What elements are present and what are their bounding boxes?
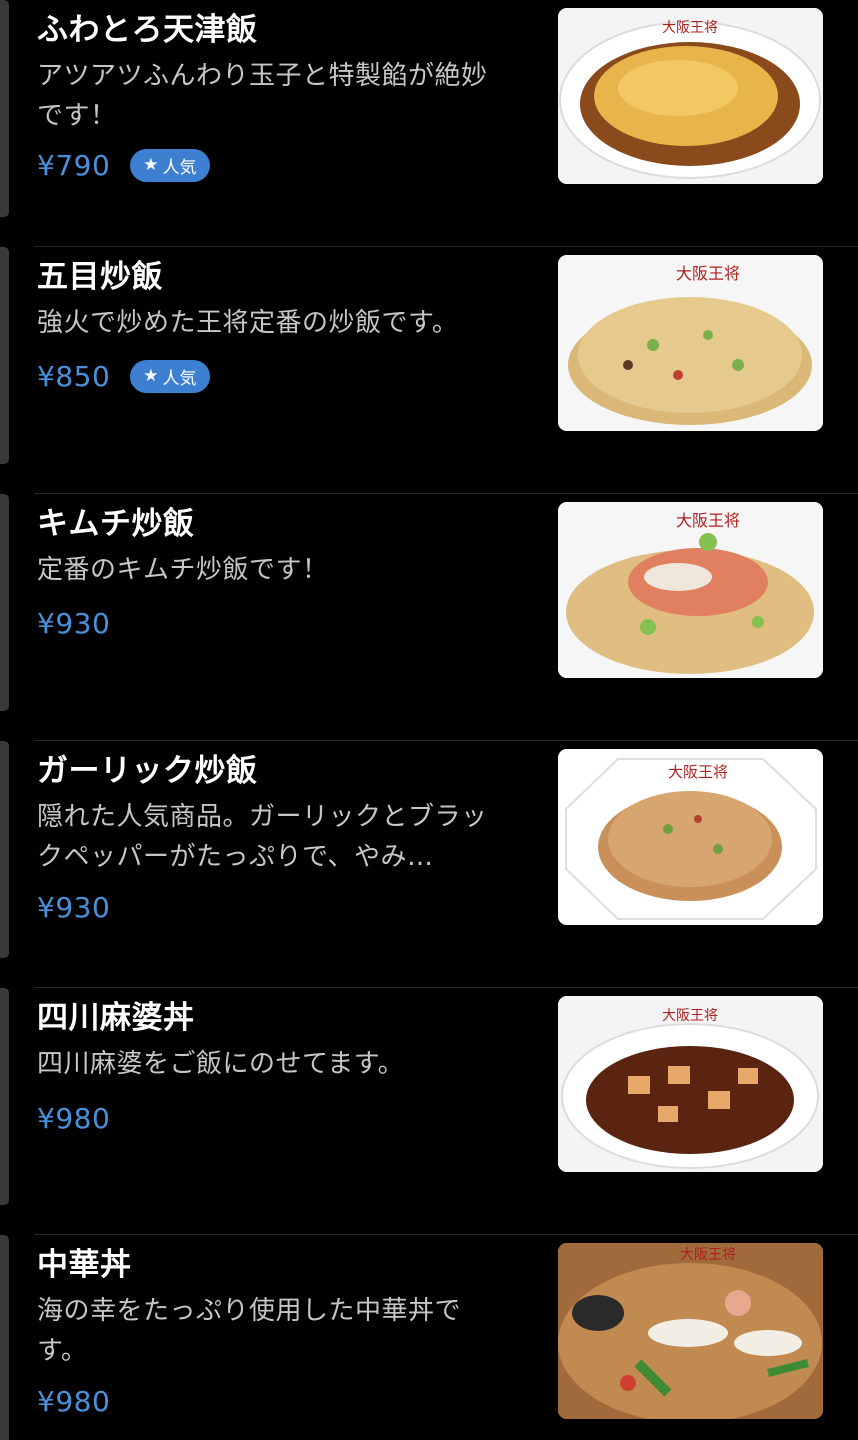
price-row: ¥980 xyxy=(37,1381,110,1421)
menu-item-garlic-chahan[interactable]: ガーリック炒飯 隠れた人気商品。ガーリックとブラックペッパーがたっぷりで、やみ…… xyxy=(0,741,858,988)
svg-text:大阪王将: 大阪王将 xyxy=(662,20,718,36)
price-row: ¥850 ★ 人気 xyxy=(37,356,210,396)
mabo-don-image: 大阪王将 xyxy=(558,996,823,1172)
item-description: アツアツふんわり玉子と特製餡が絶妙です！ xyxy=(37,61,488,131)
item-description: 四川麻婆をご飯にのせてます。 xyxy=(37,1049,405,1079)
item-price: ¥930 xyxy=(37,890,111,924)
edge-tab xyxy=(0,988,9,1205)
edge-tab xyxy=(0,1235,9,1440)
item-description: 海の幸をたっぷり使用した中華丼です。 xyxy=(37,1296,462,1366)
item-price: ¥930 xyxy=(37,606,111,640)
item-image[interactable]: 大阪王将 xyxy=(558,749,823,925)
item-image[interactable]: 大阪王将 xyxy=(558,502,823,678)
badge-label: 人気 xyxy=(162,368,197,389)
price-row: ¥790 ★ 人気 xyxy=(37,145,210,185)
price-row: ¥930 xyxy=(37,603,110,643)
popular-badge: ★ 人気 xyxy=(130,359,210,393)
edge-tab xyxy=(0,247,9,464)
menu-item-kimchi-chahan[interactable]: キムチ炒飯 定番のキムチ炒飯です！ ¥930 大阪王将 xyxy=(0,494,858,741)
item-name: ふわとろ天津飯 xyxy=(37,12,258,48)
edge-tab xyxy=(0,741,9,958)
item-name: ガーリック炒飯 xyxy=(37,753,258,789)
menu-item-chuka-don[interactable]: 中華丼 海の幸をたっぷり使用した中華丼です。 ¥980 大阪王将 xyxy=(0,1235,858,1440)
item-price: ¥980 xyxy=(37,1101,111,1135)
svg-text:大阪王将: 大阪王将 xyxy=(680,1247,736,1263)
item-image[interactable]: 大阪王将 xyxy=(558,996,823,1172)
badge-label: 人気 xyxy=(162,157,197,178)
item-description: 隠れた人気商品。ガーリックとブラックペッパーがたっぷりで、やみ… xyxy=(37,802,488,872)
svg-text:大阪王将: 大阪王将 xyxy=(668,763,728,781)
edge-tab xyxy=(0,494,9,711)
star-icon: ★ xyxy=(143,365,159,386)
tenshindon-image: 大阪王将 xyxy=(558,8,823,184)
item-name: 中華丼 xyxy=(37,1247,132,1283)
popular-badge: ★ 人気 xyxy=(130,148,210,182)
kimchi-rice-image: 大阪王将 xyxy=(558,502,823,678)
item-price: ¥980 xyxy=(37,1384,111,1418)
item-description: 定番のキムチ炒飯です！ xyxy=(37,555,329,585)
price-row: ¥980 xyxy=(37,1098,110,1138)
menu-list: ふわとろ天津飯 アツアツふんわり玉子と特製餡が絶妙です！ ¥790 ★ 人気 大… xyxy=(0,0,858,1440)
menu-item-tenshindon[interactable]: ふわとろ天津飯 アツアツふんわり玉子と特製餡が絶妙です！ ¥790 ★ 人気 大… xyxy=(0,0,858,247)
garlic-rice-image: 大阪王将 xyxy=(558,749,823,925)
price-row: ¥930 xyxy=(37,887,110,927)
edge-tab xyxy=(0,0,9,217)
item-name: 五目炒飯 xyxy=(37,259,163,295)
item-name: キムチ炒飯 xyxy=(37,506,195,542)
star-icon: ★ xyxy=(143,154,159,175)
menu-item-mabo-don[interactable]: 四川麻婆丼 四川麻婆をご飯にのせてます。 ¥980 大阪王将 xyxy=(0,988,858,1235)
fried-rice-image: 大阪王将 xyxy=(558,255,823,431)
item-image[interactable]: 大阪王将 xyxy=(558,255,823,431)
svg-text:大阪王将: 大阪王将 xyxy=(676,264,740,283)
chuka-don-image: 大阪王将 xyxy=(558,1243,823,1419)
item-price: ¥850 xyxy=(37,359,111,393)
item-image[interactable]: 大阪王将 xyxy=(558,8,823,184)
item-price: ¥790 xyxy=(37,148,111,182)
item-image[interactable]: 大阪王将 xyxy=(558,1243,823,1419)
menu-item-gomoku-chahan[interactable]: 五目炒飯 強火で炒めた王将定番の炒飯です。 ¥850 ★ 人気 大阪王将 xyxy=(0,247,858,494)
svg-text:大阪王将: 大阪王将 xyxy=(676,511,740,530)
svg-text:大阪王将: 大阪王将 xyxy=(662,1008,718,1024)
item-name: 四川麻婆丼 xyxy=(37,1000,195,1036)
item-description: 強火で炒めた王将定番の炒飯です。 xyxy=(37,308,459,338)
